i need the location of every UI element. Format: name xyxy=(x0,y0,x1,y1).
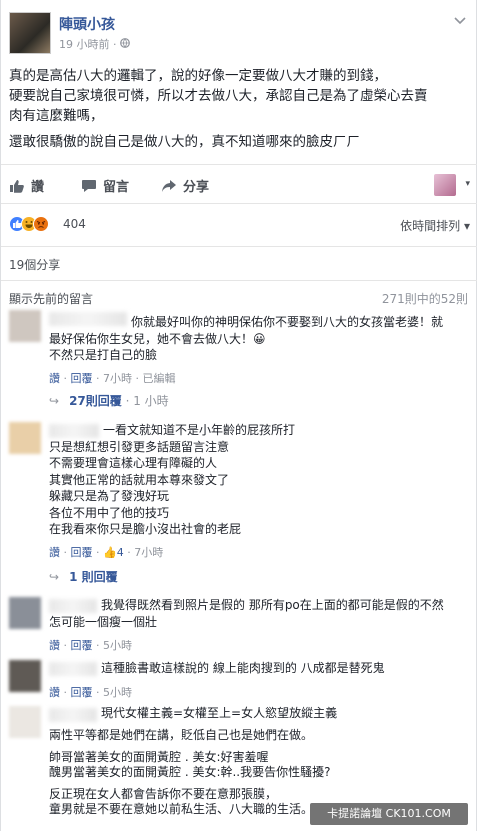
commenter-avatar[interactable] xyxy=(9,422,41,454)
comment: 我覺得既然看到照片是假的 那所有po在上面的都可能是假的不然 怎可能一個瘦一個壯… xyxy=(9,597,470,655)
chevron-down-icon[interactable] xyxy=(454,14,466,28)
post-meta: 19 小時前 · xyxy=(59,36,130,52)
comment-footer: 讚 · 回覆 · 7小時 · 已編輯 xyxy=(49,372,176,385)
comment-text: 現代女權主義=女權至上=女人慾望放縱主義 兩性平等都是她們在講，貶低自己也是她們… xyxy=(49,706,338,816)
post-line: 還敢很驕傲的說自己是做八大的，真不知道哪來的臉皮ㄏㄏ xyxy=(9,134,360,150)
comment-like-link[interactable]: 讚 xyxy=(49,686,60,699)
comment-reply-link[interactable]: 回覆 xyxy=(71,686,93,699)
view-replies-link[interactable]: ↪ 1 則回覆 xyxy=(49,568,118,585)
comment: 這種臉書敢這樣說的 線上能肉搜到的 八成都是替死鬼 讚 · 回覆 · 5小時 xyxy=(9,660,470,702)
thumbs-up-icon[interactable]: 👍 xyxy=(103,546,117,559)
author-name[interactable]: 陣頭小孩 xyxy=(59,14,115,34)
post-line: 硬要說自己家境很可憐，所以才去做八大，承認自己是為了虛榮心去賣 xyxy=(9,88,428,104)
comment-time[interactable]: 5小時 xyxy=(103,686,132,699)
comment-text: 一看文就知道不是小年齡的屁孩所打 只是想紅想引發更多話題留言注意 不需要理會這樣… xyxy=(49,423,296,536)
comment-like-count[interactable]: 4 xyxy=(117,546,124,559)
commenter-avatar[interactable] xyxy=(9,660,41,692)
action-bar: 讚 留言 分享 ▾ xyxy=(1,164,477,204)
divider xyxy=(1,246,477,247)
commenter-avatar[interactable] xyxy=(9,310,41,342)
globe-icon xyxy=(120,38,130,51)
comment-text: 你就最好叫你的神明保佑你不要娶到八大的女孩當老婆！就 最好保佑你生女兒，她不會去… xyxy=(49,315,444,362)
comment-reply-link[interactable]: 回覆 xyxy=(71,372,93,385)
view-replies-link[interactable]: ↪ 27則回覆 · 1 小時 xyxy=(49,392,169,409)
comment-like-link[interactable]: 讚 xyxy=(49,372,60,385)
reply-arrow-icon: ↪ xyxy=(49,394,60,408)
share-button[interactable]: 分享 xyxy=(161,176,209,195)
comment-text: 這種臉書敢這樣說的 線上能肉搜到的 八成都是替死鬼 xyxy=(101,661,385,675)
share-icon xyxy=(161,179,177,193)
reaction-count[interactable]: 404 xyxy=(63,217,86,231)
watermark: 卡提諾論壇 CK101.COM xyxy=(310,803,468,825)
comment-time[interactable]: 7小時 xyxy=(103,372,132,385)
comment-text: 我覺得既然看到照片是假的 那所有po在上面的都可能是假的不然 怎可能一個瘦一個壯 xyxy=(49,598,444,629)
comment-footer: 讚 · 回覆 · 5小時 xyxy=(49,686,132,699)
post-line: 真的是高估八大的邏輯了，說的好像一定要做八大才賺的到錢， xyxy=(9,68,387,84)
viewer-avatar[interactable] xyxy=(434,174,456,196)
comment-reply-link[interactable]: 回覆 xyxy=(71,546,93,559)
comment-time[interactable]: 5小時 xyxy=(103,639,132,652)
like-button[interactable]: 讚 xyxy=(9,176,44,195)
commenter-avatar[interactable] xyxy=(9,597,41,629)
comments-count: 271則中的52則 xyxy=(381,292,468,306)
post-line: 肉有這麼難嗎， xyxy=(9,108,104,124)
previous-comments-link[interactable]: 顯示先前的留言 xyxy=(9,290,93,307)
comment-icon xyxy=(81,179,97,193)
comment-button[interactable]: 留言 xyxy=(81,176,129,195)
reactions-row: 404 依時間排列 ▾ xyxy=(9,214,470,236)
comment-like-link[interactable]: 讚 xyxy=(49,639,60,652)
thumbs-up-icon xyxy=(9,179,25,193)
comment-like-link[interactable]: 讚 xyxy=(49,546,60,559)
comment-reply-link[interactable]: 回覆 xyxy=(71,639,93,652)
post-header: 陣頭小孩 19 小時前 · xyxy=(9,12,470,56)
comment-time[interactable]: 7小時 xyxy=(134,546,163,559)
reply-arrow-icon: ↪ xyxy=(49,570,60,584)
post-body: 真的是高估八大的邏輯了，說的好像一定要做八大才賺的到錢， 硬要說自己家境很可憐，… xyxy=(9,66,464,152)
post-card: 陣頭小孩 19 小時前 · 真的是高估八大的邏輯了，說的好像一定要做八大才賺的到… xyxy=(0,0,477,831)
comment: 一看文就知道不是小年齡的屁孩所打 只是想紅想引發更多話題留言注意 不需要理會這樣… xyxy=(9,422,470,590)
author-avatar[interactable] xyxy=(9,12,51,54)
divider xyxy=(1,280,477,281)
sort-dropdown[interactable]: 依時間排列 ▾ xyxy=(400,217,470,234)
comment-footer: 讚 · 回覆 · 5小時 xyxy=(49,639,132,652)
commenter-avatar[interactable] xyxy=(9,706,41,738)
comment-edited[interactable]: 已編輯 xyxy=(143,372,176,385)
comment: 你就最好叫你的神明保佑你不要娶到八大的女孩當老婆！就 最好保佑你生女兒，她不會去… xyxy=(9,310,470,412)
comment-footer: 讚 · 回覆 · 👍4 · 7小時 xyxy=(49,546,164,559)
shares-link[interactable]: 19個分享 xyxy=(9,256,60,273)
caret-down-icon[interactable]: ▾ xyxy=(465,179,470,189)
angry-icon[interactable] xyxy=(33,216,49,232)
post-time[interactable]: 19 小時前 xyxy=(59,38,110,51)
